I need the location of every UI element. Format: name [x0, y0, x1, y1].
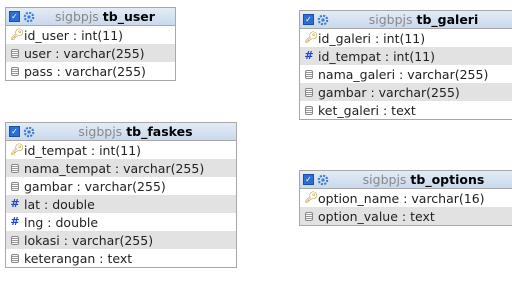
column-label: pass : varchar(255) [24, 63, 146, 79]
table-title: sigbpjs tb_galeri [368, 12, 479, 27]
gear-icon[interactable] [317, 174, 329, 186]
column-row[interactable]: # id_tempat : int(11) [300, 47, 512, 65]
text-column-icon [11, 181, 19, 191]
gear-icon[interactable] [23, 126, 35, 138]
column-row[interactable]: 🔑︎ id_user : int(11) [6, 26, 175, 44]
gear-icon[interactable] [317, 14, 329, 26]
column-row[interactable]: # lat : double [6, 195, 236, 213]
numeric-column-icon: # [10, 197, 20, 210]
text-column-icon [305, 87, 313, 97]
primary-key-icon: 🔑︎ [304, 31, 318, 44]
checkbox-icon[interactable]: ✓ [9, 11, 20, 22]
column-row[interactable]: 🔑︎ id_tempat : int(11) [6, 141, 236, 159]
column-row[interactable]: 🔑︎ id_galeri : int(11) [300, 29, 512, 47]
column-label: lng : double [24, 214, 99, 230]
column-row[interactable]: lokasi : varchar(255) [6, 231, 236, 249]
column-row[interactable]: nama_tempat : varchar(255) [6, 159, 236, 177]
table-tb-faskes[interactable]: ✓ sigbpjs tb_faskes 🔑︎ id_tempat : int(11… [5, 122, 237, 268]
text-column-icon [11, 48, 19, 58]
table-header[interactable]: ✓ sigbpjs tb_galeri [300, 11, 512, 29]
checkbox-icon[interactable]: ✓ [303, 14, 314, 25]
column-row[interactable]: # lng : double [6, 213, 236, 231]
table-header[interactable]: ✓ sigbpjs tb_user [6, 8, 175, 26]
column-row[interactable]: ket_galeri : text [300, 101, 512, 119]
column-label: nama_tempat : varchar(255) [24, 160, 205, 176]
column-row[interactable]: 🔑︎ option_name : varchar(16) [300, 189, 512, 207]
table-header[interactable]: ✓ sigbpjs tb_options [300, 171, 512, 189]
column-label: nama_galeri : varchar(255) [318, 66, 489, 82]
column-label: id_tempat : int(11) [318, 48, 436, 64]
column-row[interactable]: pass : varchar(255) [6, 62, 175, 80]
table-title: sigbpjs tb_user [55, 9, 155, 24]
column-row[interactable]: nama_galeri : varchar(255) [300, 65, 512, 83]
column-label: option_name : varchar(16) [318, 190, 485, 206]
table-title: sigbpjs tb_faskes [78, 124, 193, 139]
text-column-icon [305, 211, 313, 221]
column-label: id_galeri : int(11) [318, 30, 426, 46]
text-column-icon [11, 253, 19, 263]
numeric-column-icon: # [304, 49, 314, 62]
column-row[interactable]: gambar : varchar(255) [6, 177, 236, 195]
text-column-icon [305, 105, 313, 115]
column-label: gambar : varchar(255) [318, 84, 460, 100]
checkbox-icon[interactable]: ✓ [9, 126, 20, 137]
gear-icon[interactable] [23, 11, 35, 23]
column-label: keterangan : text [24, 250, 133, 266]
numeric-column-icon: # [10, 215, 20, 228]
table-tb-galeri[interactable]: ✓ sigbpjs tb_galeri 🔑︎ id_galeri : int(11… [299, 10, 512, 120]
column-label: lokasi : varchar(255) [24, 232, 154, 248]
table-tb-options[interactable]: ✓ sigbpjs tb_options 🔑︎ option_name : var… [299, 170, 512, 226]
column-row[interactable]: user : varchar(255) [6, 44, 175, 62]
column-row[interactable]: gambar : varchar(255) [300, 83, 512, 101]
primary-key-icon: 🔑︎ [10, 28, 24, 41]
column-label: id_user : int(11) [24, 27, 124, 43]
table-header[interactable]: ✓ sigbpjs tb_faskes [6, 123, 236, 141]
column-label: option_value : text [318, 208, 435, 224]
text-column-icon [11, 66, 19, 76]
column-label: user : varchar(255) [24, 45, 145, 61]
column-label: gambar : varchar(255) [24, 178, 166, 194]
primary-key-icon: 🔑︎ [10, 143, 24, 156]
column-label: lat : double [24, 196, 95, 212]
text-column-icon [11, 163, 19, 173]
text-column-icon [11, 235, 19, 245]
column-label: ket_galeri : text [318, 102, 416, 118]
table-title: sigbpjs tb_options [362, 172, 485, 187]
column-row[interactable]: option_value : text [300, 207, 512, 225]
table-tb-user[interactable]: ✓ sigbpjs tb_user 🔑︎ id_user : int(11) us… [5, 7, 176, 81]
text-column-icon [305, 69, 313, 79]
primary-key-icon: 🔑︎ [304, 191, 318, 204]
checkbox-icon[interactable]: ✓ [303, 174, 314, 185]
column-row[interactable]: keterangan : text [6, 249, 236, 267]
column-label: id_tempat : int(11) [24, 142, 142, 158]
